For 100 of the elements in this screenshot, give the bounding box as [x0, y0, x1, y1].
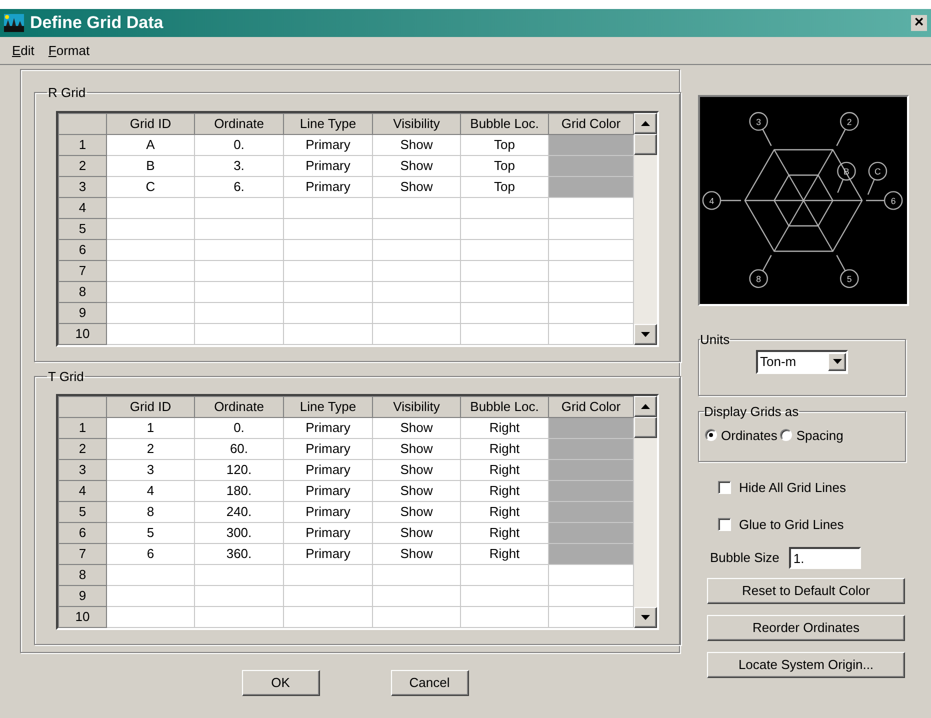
- table-cell[interactable]: Right: [460, 544, 548, 564]
- table-cell[interactable]: Primary: [284, 176, 372, 197]
- table-cell[interactable]: 1: [106, 418, 194, 438]
- color-cell[interactable]: [548, 134, 634, 155]
- color-cell[interactable]: [548, 460, 634, 480]
- table-cell[interactable]: 300.: [194, 522, 284, 544]
- table-cell[interactable]: Right: [460, 418, 548, 438]
- table-cell[interactable]: 240.: [194, 502, 284, 522]
- row-header[interactable]: 8: [58, 281, 106, 302]
- table-cell[interactable]: 6: [106, 544, 194, 564]
- column-header[interactable]: Grid Color: [548, 396, 634, 418]
- column-header[interactable]: Line Type: [284, 113, 372, 134]
- scroll-thumb[interactable]: [634, 417, 657, 438]
- row-header[interactable]: 8: [58, 564, 106, 586]
- table-cell[interactable]: Show: [372, 438, 460, 460]
- table-cell[interactable]: 4: [106, 480, 194, 502]
- table-cell[interactable]: A: [106, 134, 194, 155]
- table-cell[interactable]: 2: [106, 438, 194, 460]
- color-cell[interactable]: [548, 544, 634, 564]
- color-cell[interactable]: [548, 155, 634, 176]
- column-header[interactable]: Visibility: [372, 396, 460, 418]
- units-dropdown[interactable]: Ton-m: [756, 350, 848, 374]
- scroll-up-button[interactable]: [634, 396, 657, 417]
- table-cell[interactable]: Primary: [284, 134, 372, 155]
- row-header[interactable]: 2: [58, 155, 106, 176]
- table-cell[interactable]: Top: [460, 176, 548, 197]
- table-cell[interactable]: Primary: [284, 480, 372, 502]
- color-cell[interactable]: [548, 438, 634, 460]
- checkbox[interactable]: [718, 518, 731, 531]
- menu-item[interactable]: Edit: [10, 40, 36, 60]
- table-cell[interactable]: Show: [372, 480, 460, 502]
- row-header[interactable]: 6: [58, 239, 106, 260]
- table-cell[interactable]: Primary: [284, 544, 372, 564]
- table-cell[interactable]: Show: [372, 544, 460, 564]
- table-cell[interactable]: Right: [460, 522, 548, 544]
- radio-button[interactable]: [705, 429, 717, 442]
- table-cell[interactable]: 180.: [194, 480, 284, 502]
- scroll-thumb[interactable]: [634, 134, 657, 154]
- radio-button[interactable]: [780, 429, 792, 442]
- table-cell[interactable]: Top: [460, 155, 548, 176]
- table-cell[interactable]: 6.: [194, 176, 284, 197]
- table-cell[interactable]: 3: [106, 460, 194, 480]
- table-cell[interactable]: Primary: [284, 418, 372, 438]
- row-header[interactable]: 4: [58, 480, 106, 502]
- row-header[interactable]: 4: [58, 197, 106, 218]
- row-header[interactable]: 7: [58, 544, 106, 564]
- row-header[interactable]: 1: [58, 418, 106, 438]
- row-header[interactable]: 5: [58, 218, 106, 239]
- column-header[interactable]: Ordinate: [194, 396, 284, 418]
- table-cell[interactable]: Show: [372, 502, 460, 522]
- scrollbar[interactable]: [634, 112, 657, 344]
- row-header[interactable]: 2: [58, 438, 106, 460]
- color-cell[interactable]: [548, 522, 634, 544]
- column-header[interactable]: Bubble Loc.: [460, 396, 548, 418]
- table-cell[interactable]: 5: [106, 522, 194, 544]
- row-header[interactable]: 10: [58, 323, 106, 344]
- row-header[interactable]: 9: [58, 586, 106, 606]
- table-cell[interactable]: 120.: [194, 460, 284, 480]
- dialog-button[interactable]: OK: [242, 670, 320, 696]
- table-cell[interactable]: 0.: [194, 418, 284, 438]
- table-cell[interactable]: Primary: [284, 502, 372, 522]
- column-header[interactable]: Line Type: [284, 396, 372, 418]
- table-cell[interactable]: Show: [372, 134, 460, 155]
- table-cell[interactable]: 3.: [194, 155, 284, 176]
- column-header[interactable]: Ordinate: [194, 113, 284, 134]
- table-cell[interactable]: Show: [372, 418, 460, 438]
- table-cell[interactable]: Show: [372, 460, 460, 480]
- table-cell[interactable]: Show: [372, 155, 460, 176]
- action-button[interactable]: Locate System Origin...: [707, 652, 905, 678]
- color-cell[interactable]: [548, 418, 634, 438]
- scroll-down-button[interactable]: [634, 607, 657, 628]
- row-header[interactable]: 1: [58, 134, 106, 155]
- table-cell[interactable]: Primary: [284, 460, 372, 480]
- table-cell[interactable]: Right: [460, 480, 548, 502]
- dialog-button[interactable]: Cancel: [390, 670, 468, 696]
- table-cell[interactable]: Right: [460, 502, 548, 522]
- table-cell[interactable]: 8: [106, 502, 194, 522]
- bubble-size-field[interactable]: 1.: [789, 547, 862, 569]
- row-header[interactable]: 6: [58, 522, 106, 544]
- row-header[interactable]: 9: [58, 302, 106, 323]
- table-cell[interactable]: Primary: [284, 155, 372, 176]
- table-cell[interactable]: 60.: [194, 438, 284, 460]
- row-header[interactable]: 3: [58, 176, 106, 197]
- table-cell[interactable]: Top: [460, 134, 548, 155]
- menu-item[interactable]: Format: [46, 40, 92, 60]
- color-cell[interactable]: [548, 480, 634, 502]
- table-cell[interactable]: Right: [460, 438, 548, 460]
- scroll-down-button[interactable]: [634, 324, 657, 344]
- checkbox[interactable]: [718, 481, 731, 494]
- table-cell[interactable]: B: [106, 155, 194, 176]
- scrollbar[interactable]: [634, 396, 657, 628]
- column-header[interactable]: Grid ID: [106, 396, 194, 418]
- close-button[interactable]: ×: [911, 15, 927, 31]
- color-cell[interactable]: [548, 176, 634, 197]
- table-cell[interactable]: Show: [372, 176, 460, 197]
- table-cell[interactable]: Primary: [284, 522, 372, 544]
- row-header[interactable]: 3: [58, 460, 106, 480]
- color-cell[interactable]: [548, 502, 634, 522]
- column-header[interactable]: Grid Color: [548, 113, 634, 134]
- row-header[interactable]: 5: [58, 502, 106, 522]
